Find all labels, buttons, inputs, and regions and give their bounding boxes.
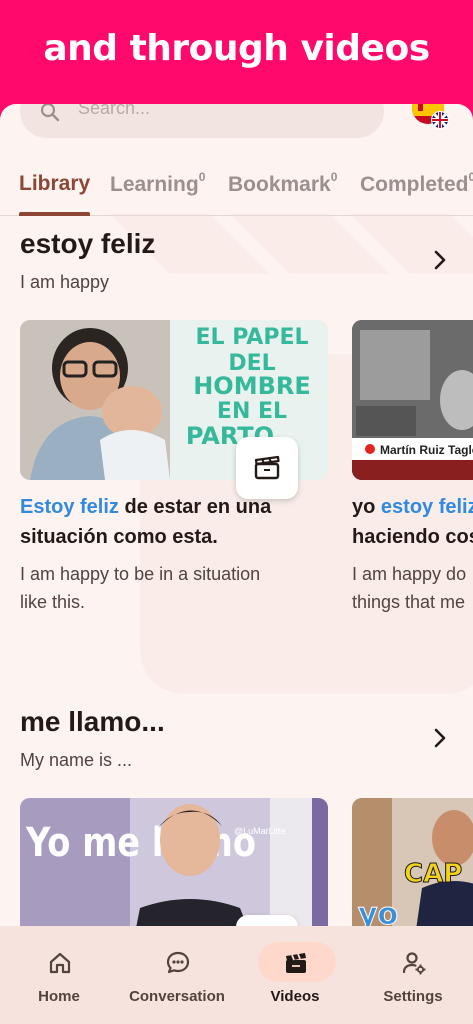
svg-text:EL PAPEL: EL PAPEL <box>195 325 308 350</box>
sentence-text: de estar en una <box>118 496 272 518</box>
section-subtitle: My name is ... <box>20 750 133 770</box>
video-sentence: yo estoy feliz haciendo cos <box>352 492 473 552</box>
translation-line1: I am happy do <box>352 564 467 584</box>
nav-label: Settings <box>383 988 443 1005</box>
thumbnail-logo-text: yo <box>358 897 398 926</box>
svg-text:EN EL: EN EL <box>217 399 287 424</box>
promo-banner: and through videos <box>0 0 473 104</box>
sentence-text-line2: haciendo cos <box>352 526 473 548</box>
promo-banner-text: and through videos <box>43 28 430 69</box>
video-translation: I am happy do things that me <box>352 560 466 616</box>
chat-icon <box>166 951 190 974</box>
highlighted-phrase: Estoy feliz <box>20 496 119 518</box>
translation-line2: things that me <box>352 592 466 612</box>
chevron-right-icon[interactable] <box>430 248 450 272</box>
nav-conversation[interactable]: Conversation <box>118 926 236 1024</box>
tab-learning-label: Learning <box>110 173 199 196</box>
clapperboard-icon <box>254 455 280 480</box>
thumbnail-logo-text: Yo me llamo <box>25 820 256 866</box>
bottom-navigation: Home Conversation Videos Settings <box>0 926 473 1024</box>
search-input[interactable] <box>78 104 358 119</box>
tab-learning-count: 0 <box>198 170 206 184</box>
video-thumbnail: Yo me llamo @LuMarLitte <box>20 798 328 926</box>
translation-line2: like this. <box>20 592 86 612</box>
video-thumbnail: Martín Ruiz Tagle <box>352 320 473 480</box>
sentence-text: yo <box>352 496 381 518</box>
tab-library[interactable]: Library <box>19 172 90 196</box>
search-bar[interactable] <box>20 104 384 138</box>
video-thumbnail: CAP yo <box>352 798 473 926</box>
sentence-text-line2: situación como esta. <box>20 526 218 548</box>
translation-line1: I am happy to be in a situation <box>20 564 261 584</box>
nav-home[interactable]: Home <box>0 926 118 1024</box>
tab-bookmark-count: 0 <box>330 170 338 184</box>
active-tab-indicator <box>19 212 90 216</box>
thumbnail-caption: Martín Ruiz Tagle <box>380 443 473 457</box>
language-flag-icon[interactable] <box>410 104 450 130</box>
tab-completed[interactable]: Completed0 <box>360 170 473 197</box>
video-icon <box>286 953 306 973</box>
thumbnail-watermark: @LuMarLitte <box>234 826 286 836</box>
tab-library-label: Library <box>19 172 91 195</box>
nav-settings[interactable]: Settings <box>354 926 472 1024</box>
video-badge[interactable] <box>236 437 298 499</box>
nav-videos[interactable]: Videos <box>236 926 354 1024</box>
app-screen: Library Learning0 Bookmark0 Completed0 e… <box>0 104 473 1024</box>
video-card[interactable]: Yo me llamo @LuMarLitte <box>20 798 328 926</box>
section-subtitle: I am happy <box>20 272 110 292</box>
home-icon <box>49 952 71 974</box>
svg-text:HOMBRE: HOMBRE <box>193 372 311 400</box>
tab-completed-label: Completed <box>360 173 469 196</box>
section-title: estoy feliz <box>20 228 156 259</box>
video-badge[interactable] <box>236 915 298 926</box>
nav-label: Videos <box>270 988 320 1005</box>
highlighted-phrase: estoy feliz <box>380 496 473 518</box>
video-sentence: Estoy feliz de estar en una situación co… <box>20 492 271 552</box>
video-card[interactable]: CAP yo <box>352 798 473 926</box>
tab-completed-count: 0 <box>468 170 473 184</box>
thumbnail-title-text: CAP <box>404 859 462 889</box>
video-translation: I am happy to be in a situation like thi… <box>20 560 260 616</box>
tab-bookmark-label: Bookmark <box>228 173 331 196</box>
search-icon <box>40 104 60 122</box>
tab-bookmark[interactable]: Bookmark0 <box>228 170 338 197</box>
user-settings-icon <box>402 952 426 975</box>
video-card[interactable]: EL PAPEL DEL HOMBRE EN EL PARTO Estoy fe… <box>20 320 328 620</box>
nav-label: Conversation <box>129 988 225 1005</box>
video-card[interactable]: Martín Ruiz Tagle yo estoy feliz haciend… <box>352 320 473 620</box>
section-title: me llamo... <box>20 706 165 737</box>
tab-learning[interactable]: Learning0 <box>110 170 206 197</box>
chevron-right-icon[interactable] <box>430 726 450 750</box>
nav-label: Home <box>38 988 80 1005</box>
library-tabs: Library Learning0 Bookmark0 Completed0 <box>0 164 473 216</box>
